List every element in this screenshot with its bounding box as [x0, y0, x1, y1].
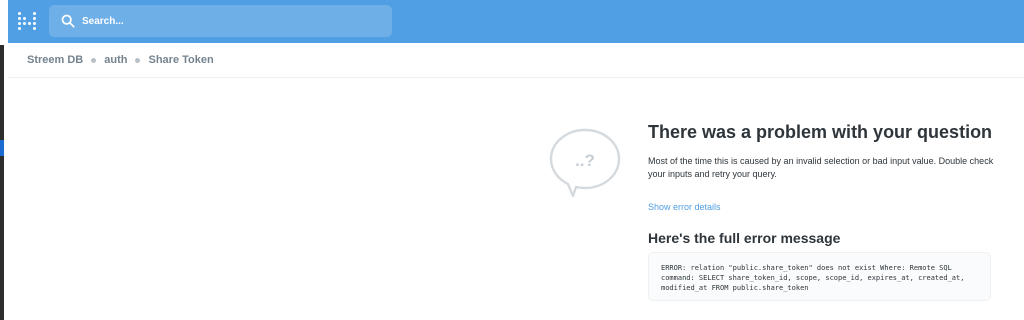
background-window-edge — [0, 0, 8, 320]
search-input[interactable] — [82, 13, 362, 29]
error-title: There was a problem with your question — [648, 122, 993, 142]
search-box[interactable] — [49, 5, 392, 37]
edge-accent — [0, 140, 4, 156]
breadcrumb-separator — [91, 57, 97, 63]
error-message-text: ERROR: relation "public.share_token" doe… — [661, 264, 969, 292]
error-description: Most of the time this is caused by an in… — [648, 156, 994, 179]
breadcrumb-table[interactable]: Share Token — [148, 54, 213, 66]
show-error-details-link[interactable]: Show error details — [648, 202, 721, 212]
breadcrumb-schema[interactable]: auth — [104, 54, 127, 66]
question-bubble-text: ..? — [575, 151, 595, 170]
breadcrumb-bar: Streem DB auth Share Token — [8, 43, 1024, 78]
question-bubble-icon: ..? — [549, 128, 621, 198]
logo-icon[interactable] — [18, 12, 36, 30]
search-icon — [61, 14, 75, 28]
breadcrumb-database[interactable]: Streem DB — [27, 54, 83, 66]
edge-dark-strip — [0, 45, 4, 320]
breadcrumb-separator — [135, 57, 141, 63]
error-message-box: ERROR: relation "public.share_token" doe… — [648, 252, 991, 301]
breadcrumb: Streem DB auth Share Token — [27, 54, 214, 66]
full-error-heading: Here's the full error message — [648, 230, 841, 246]
top-navigation-bar — [8, 0, 1024, 43]
